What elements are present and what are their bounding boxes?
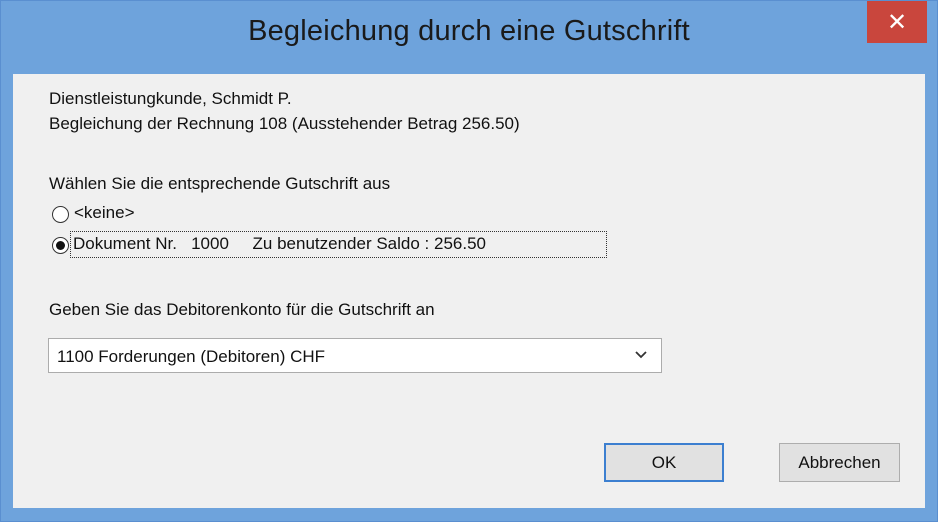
close-icon: ✕ [886, 8, 908, 36]
title-bar[interactable]: Begleichung durch eine Gutschrift ✕ [1, 1, 937, 74]
invoice-label: Begleichung der Rechnung 108 (Ausstehend… [49, 114, 520, 133]
radio-label-document[interactable]: Dokument Nr. 1000 Zu benutzender Saldo :… [73, 234, 486, 254]
radio-label-none[interactable]: <keine> [74, 203, 135, 223]
ok-button[interactable]: OK [604, 443, 724, 482]
customer-label: Dienstleistungkunde, Schmidt P. [49, 89, 292, 108]
radio-button-document[interactable] [52, 237, 69, 254]
account-dropdown-value: 1100 Forderungen (Debitoren) CHF [57, 347, 326, 366]
dialog-body: Dienstleistungkunde, Schmidt P. Begleich… [13, 74, 925, 508]
close-button[interactable]: ✕ [867, 1, 927, 43]
chevron-down-icon [635, 351, 647, 359]
dialog-window: Begleichung durch eine Gutschrift ✕ Dien… [0, 0, 938, 522]
cancel-button[interactable]: Abbrechen [779, 443, 900, 482]
account-dropdown[interactable]: 1100 Forderungen (Debitoren) CHF [48, 338, 662, 373]
credit-prompt: Wählen Sie die entsprechende Gutschrift … [49, 174, 391, 193]
dialog-title: Begleichung durch eine Gutschrift [248, 15, 690, 47]
radio-button-none[interactable] [52, 206, 69, 223]
account-prompt: Geben Sie das Debitorenkonto für die Gut… [49, 300, 435, 319]
radio-selected-dot [56, 241, 65, 250]
